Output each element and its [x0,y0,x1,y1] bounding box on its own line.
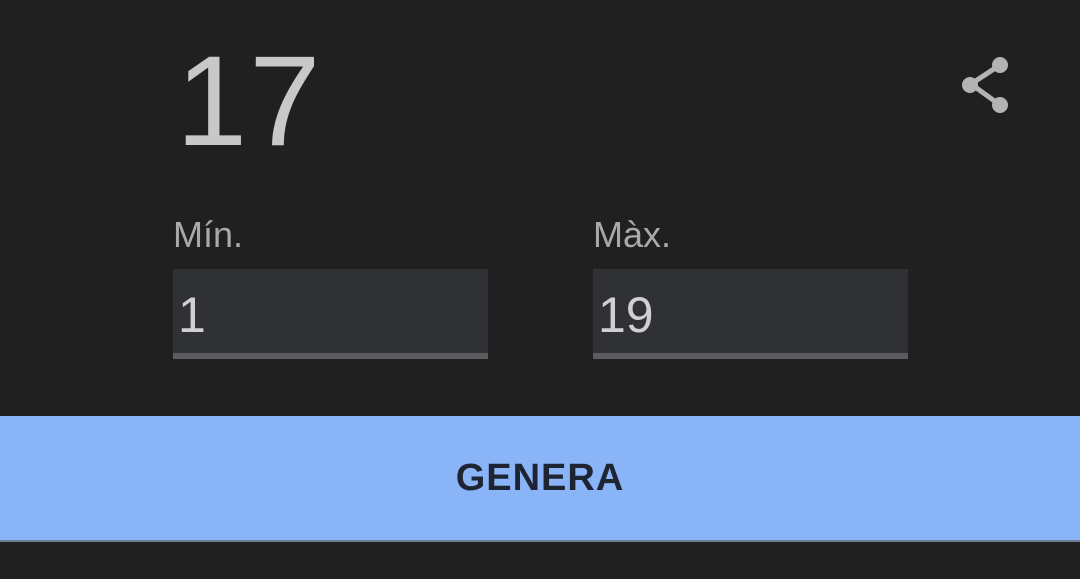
random-number-screen: 17 Mín. Màx. GENERA [0,0,1080,579]
max-field-container [593,269,908,359]
min-field-container [173,269,488,359]
min-input[interactable] [173,269,488,353]
generate-button[interactable]: GENERA [0,416,1080,542]
share-button[interactable] [952,52,1018,118]
max-label: Màx. [593,214,672,255]
min-label: Mín. [173,214,244,255]
generated-number: 17 [176,30,323,173]
share-icon [962,57,1008,113]
max-input[interactable] [593,269,908,353]
